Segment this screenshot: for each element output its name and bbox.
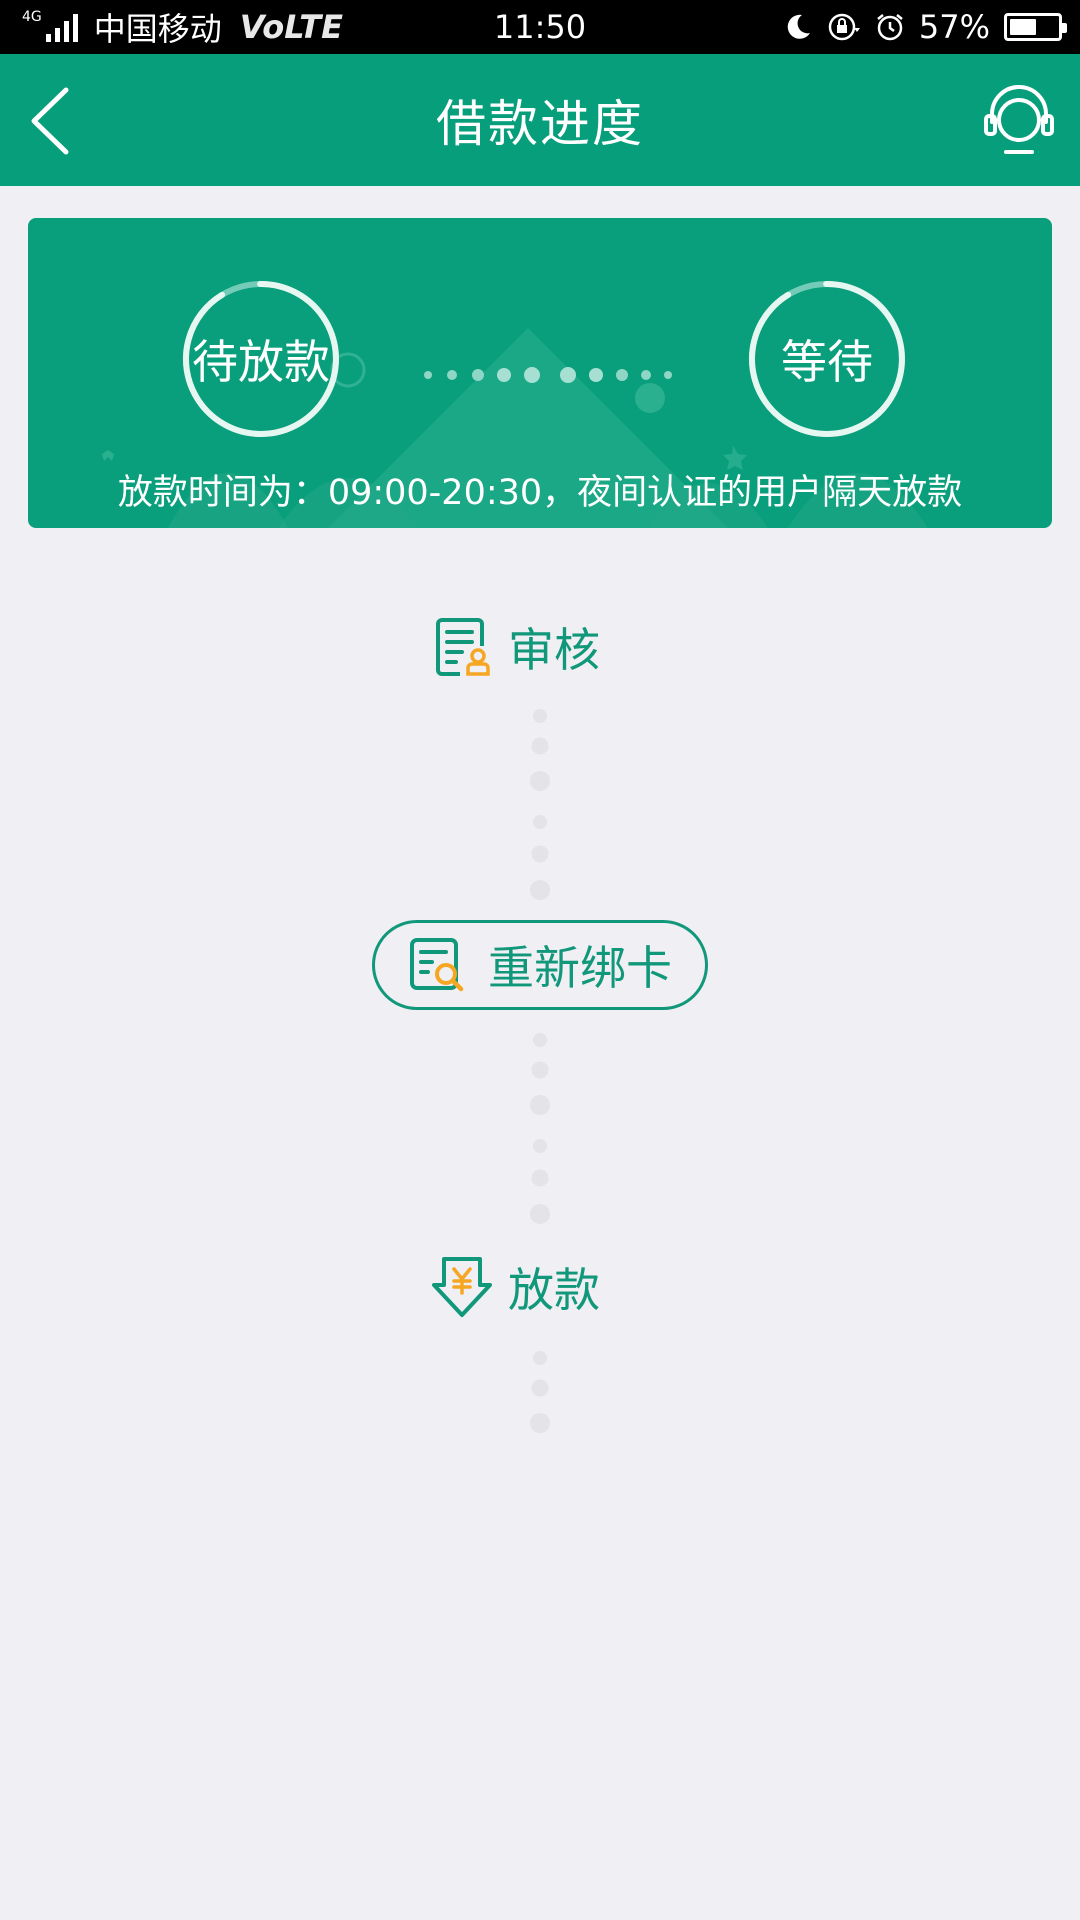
step-connector xyxy=(530,1033,550,1224)
status-ring-current: 待放款 xyxy=(180,278,342,440)
progress-dots xyxy=(424,367,672,383)
top-app-bar: 借款进度 xyxy=(0,54,1080,186)
moon-icon xyxy=(787,14,810,39)
volte-label: VoLTE xyxy=(239,8,343,46)
status-ring-next: 等待 xyxy=(746,278,908,440)
document-search-icon xyxy=(410,938,464,992)
step-release: 放款 xyxy=(430,1254,600,1320)
headset-icon xyxy=(984,85,1054,154)
status-bar-right: 57% xyxy=(783,8,1067,46)
signal-icon xyxy=(45,12,78,42)
rotation-lock-icon xyxy=(828,13,860,41)
customer-service-button[interactable] xyxy=(984,82,1054,158)
page-title: 借款进度 xyxy=(436,95,644,153)
next-status-label: 等待 xyxy=(781,335,873,389)
rebind-card-button[interactable]: 重新绑卡 xyxy=(372,920,708,1010)
release-time-note: 放款时间为：09:00-20:30，夜间认证的用户隔天放款 xyxy=(117,473,963,513)
battery-icon xyxy=(1004,13,1067,41)
step-connector xyxy=(530,709,550,900)
step-audit: 审核 xyxy=(434,614,600,680)
battery-percent: 57% xyxy=(918,8,990,46)
step-release-label: 放款 xyxy=(508,1263,600,1317)
step-audit-label: 审核 xyxy=(508,623,600,677)
status-bar-left: 4G 中国移动 VoLTE xyxy=(22,4,343,50)
yuan-download-icon xyxy=(432,1257,492,1317)
alarm-icon xyxy=(877,14,903,41)
battery-fill xyxy=(1010,19,1037,35)
step-connector xyxy=(530,1351,550,1433)
rebind-card-label: 重新绑卡 xyxy=(488,941,672,995)
status-bar: 4G 中国移动 VoLTE 11:50 57% xyxy=(0,0,1080,54)
current-status-label: 待放款 xyxy=(192,335,330,389)
network-type: 4G xyxy=(22,9,42,25)
document-user-icon xyxy=(436,618,490,676)
carrier-name: 中国移动 xyxy=(93,10,222,48)
progress-banner: 待放款 等待 放款时间为：09:00-20:30，夜间认证的用户隔天放款 xyxy=(28,218,1052,528)
